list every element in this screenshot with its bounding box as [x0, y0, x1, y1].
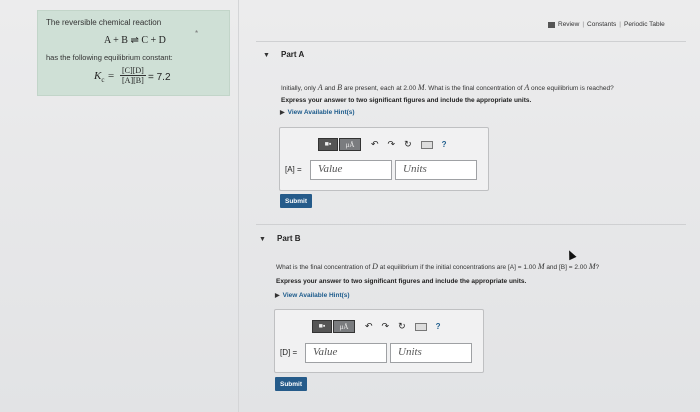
part-a-value-field[interactable]: Value: [310, 160, 392, 180]
part-a-divider: [256, 41, 686, 42]
intro-text: The reversible chemical reaction: [46, 18, 162, 27]
part-a-units-field[interactable]: Units: [395, 160, 477, 180]
part-a-answer-box: [279, 127, 489, 191]
part-b-instruction: Express your answer to two significant f…: [276, 278, 527, 285]
keyboard-icon[interactable]: [420, 140, 433, 149]
part-a-variable-label: [A] =: [285, 165, 302, 174]
part-b-hints-link[interactable]: ▶ View Available Hint(s): [275, 292, 350, 299]
undo-icon[interactable]: ↶: [371, 139, 379, 150]
constant-intro-text: has the following equilibrium constant:: [46, 53, 173, 62]
review-icon: [548, 21, 555, 28]
expand-hints-icon: ▶: [280, 110, 285, 116]
part-b-variable-label: [D] =: [280, 348, 298, 357]
header-links: Review | Constants | Periodic Table: [548, 21, 665, 28]
part-b-submit-button[interactable]: Submit: [275, 377, 308, 391]
periodic-table-link[interactable]: Periodic Table: [624, 21, 665, 28]
help-icon[interactable]: ?: [442, 140, 447, 149]
redo-icon[interactable]: ↷: [388, 139, 396, 150]
templates-button[interactable]: ■▪: [318, 138, 338, 151]
reaction-equation: A + B ⇌ C + D: [104, 35, 166, 46]
part-a-hints-link[interactable]: ▶ View Available Hint(s): [280, 109, 355, 116]
part-a-toolbar: ■▪ μÅ ↶ ↷ ↻ ?: [318, 138, 447, 151]
part-a-question: Initially, only A and B are present, eac…: [281, 83, 614, 92]
collapse-part-a-icon[interactable]: ▼: [263, 52, 270, 59]
separator: |: [582, 21, 585, 28]
column-divider: [238, 0, 239, 412]
star-icon: *: [195, 29, 199, 38]
units-button[interactable]: μÅ: [339, 138, 361, 151]
kc-symbol: Kc =: [94, 70, 115, 85]
reset-icon[interactable]: ↻: [404, 139, 412, 150]
units-button[interactable]: μÅ: [333, 320, 355, 333]
keyboard-icon[interactable]: [414, 322, 427, 331]
part-a-title: Part A: [281, 50, 305, 59]
part-b-units-field[interactable]: Units: [390, 343, 472, 363]
collapse-part-b-icon[interactable]: ▼: [259, 236, 266, 243]
kc-fraction: [C][D] [A][B]: [120, 66, 146, 85]
undo-icon[interactable]: ↶: [365, 321, 373, 332]
templates-button[interactable]: ■▪: [312, 320, 332, 333]
redo-icon[interactable]: ↷: [382, 321, 390, 332]
part-b-question: What is the final concentration of D at …: [276, 262, 600, 271]
help-icon[interactable]: ?: [436, 322, 441, 331]
reset-icon[interactable]: ↻: [398, 321, 406, 332]
kc-subscript: c: [101, 76, 105, 85]
part-b-answer-box: [274, 309, 484, 373]
kc-value: = 7.2: [148, 72, 171, 83]
constants-link[interactable]: Constants: [587, 21, 616, 28]
problem-statement-panel: The reversible chemical reaction A + B ⇌…: [37, 10, 230, 96]
expand-hints-icon: ▶: [275, 293, 280, 299]
part-a-submit-button[interactable]: Submit: [280, 194, 313, 208]
review-link[interactable]: Review: [558, 21, 579, 28]
separator: |: [619, 21, 621, 28]
kc-numerator: [C][D]: [120, 66, 146, 76]
part-a-instruction: Express your answer to two significant f…: [281, 97, 532, 104]
part-b-toolbar: ■▪ μÅ ↶ ↷ ↻ ?: [312, 320, 441, 333]
kc-denominator: [A][B]: [122, 76, 144, 85]
part-b-value-field[interactable]: Value: [305, 343, 387, 363]
part-b-title: Part B: [277, 234, 301, 243]
part-b-divider: [256, 224, 686, 225]
